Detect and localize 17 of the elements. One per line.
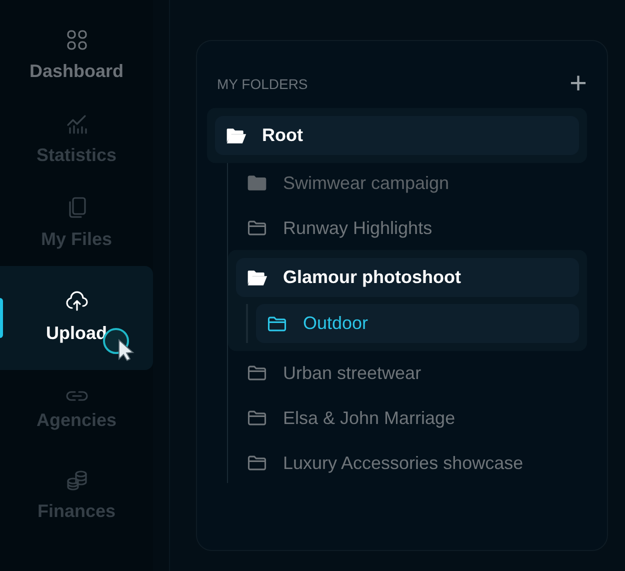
- folder-item[interactable]: Elsa & John Marriage: [228, 398, 587, 438]
- folder-item[interactable]: Swimwear campaign: [228, 163, 587, 203]
- nav-item[interactable]: Dashboard: [0, 14, 153, 98]
- coins-icon: [64, 468, 88, 492]
- nav-item[interactable]: Upload: [0, 266, 153, 370]
- active-indicator: [0, 298, 3, 338]
- folder-item[interactable]: Runway Highlights: [228, 208, 587, 248]
- folder-item[interactable]: Root: [215, 116, 579, 155]
- folder-item[interactable]: Glamour photoshoot: [236, 258, 579, 297]
- folder-item[interactable]: Urban streetwear: [228, 353, 587, 393]
- cloud-upload-icon: [64, 290, 88, 314]
- section-title: MY FOLDERS: [217, 74, 308, 94]
- folder-item[interactable]: Luxury Accessories showcase: [228, 443, 587, 483]
- grid-icon: [64, 28, 88, 52]
- folder-item[interactable]: Outdoor: [256, 304, 579, 343]
- add-folder-button[interactable]: +: [569, 69, 587, 99]
- link-icon: [64, 390, 88, 400]
